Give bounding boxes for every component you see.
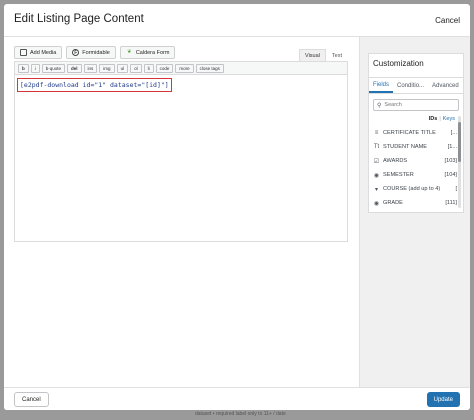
formidable-button[interactable]: F Formidable <box>66 46 116 59</box>
modal-header: Edit Listing Page Content Cancel <box>4 4 470 37</box>
header-cancel-button[interactable]: Cancel <box>435 16 460 25</box>
quicktag-img-button[interactable]: img <box>99 64 115 73</box>
tab-text[interactable]: Text <box>325 49 348 61</box>
modal-footer: Cancel Update <box>4 387 470 410</box>
tab-advanced[interactable]: Advanced <box>428 78 463 93</box>
radio-icon: ◉ <box>373 200 380 207</box>
field-item[interactable]: ◉ GRADE [111] <box>373 196 457 210</box>
scrollbar-thumb[interactable] <box>458 122 461 162</box>
quicktag-code-button[interactable]: code <box>155 64 174 73</box>
ids-toggle[interactable]: IDs <box>429 116 438 122</box>
caldera-form-label: Caldera Form <box>135 49 170 56</box>
content-textarea[interactable]: [e2pdf-download id="1" dataset="[id]"] <box>17 78 347 238</box>
add-media-button[interactable]: Add Media <box>14 46 63 59</box>
field-item[interactable]: ◉ SEMESTER [104] <box>373 168 457 182</box>
field-id: [ <box>455 186 457 192</box>
editor-mode-tabs: Visual Text <box>299 49 348 61</box>
add-media-label: Add Media <box>30 49 57 56</box>
quicktag-more-button[interactable]: more <box>175 64 194 73</box>
media-buttons-bar: Add Media F Formidable ❦ Caldera Form <box>14 46 176 60</box>
quicktag-del-button[interactable]: del <box>67 64 82 73</box>
field-id: [103] <box>444 158 457 164</box>
shortcode-text: [e2pdf-download id="1" dataset="[id]"] <box>17 78 172 92</box>
field-search[interactable]: ⚲ <box>373 99 459 111</box>
field-id: [111] <box>445 200 457 206</box>
quicktag-ins-button[interactable]: ins <box>83 64 98 73</box>
ids-keys-toggle: IDs | Keys <box>429 116 455 122</box>
editor-area: Add Media F Formidable ❦ Caldera Form Vi… <box>14 46 348 242</box>
field-list-scrollbar[interactable] <box>458 116 461 208</box>
field-list: ≡ CERTIFICATE TITLE [... Tt STUDENT NAME… <box>373 126 457 210</box>
tab-fields[interactable]: Fields <box>369 78 394 93</box>
radio-icon: ◉ <box>373 172 380 179</box>
formidable-icon: F <box>72 49 80 56</box>
tab-conditions[interactable]: Conditio... <box>393 78 428 93</box>
quicktag-blockquote-button[interactable]: b-quote <box>41 64 66 73</box>
checkbox-icon: ☑ <box>373 158 380 165</box>
media-icon <box>20 49 27 56</box>
text-icon: Tt <box>373 144 380 150</box>
quicktag-italic-button[interactable]: i <box>30 64 40 73</box>
chevron-icon: ▾ <box>374 186 378 193</box>
quicktag-bold-button[interactable]: b <box>18 64 29 73</box>
list-icon: ≡ <box>374 130 379 136</box>
edit-content-modal: Edit Listing Page Content Cancel Add Med… <box>4 4 470 410</box>
formidable-label: Formidable <box>82 49 110 56</box>
ids-keys-separator: | <box>439 116 441 122</box>
field-label: AWARDS <box>383 158 408 164</box>
quicktag-close-tags-button[interactable]: close tags <box>195 64 224 73</box>
field-search-input[interactable] <box>384 102 455 108</box>
editor-box: b i b-quote del ins img ul ol li code mo… <box>14 61 348 242</box>
caldera-form-button[interactable]: ❦ Caldera Form <box>119 46 176 59</box>
customization-box: Customization Fields Conditio... Advance… <box>368 53 464 213</box>
caldera-icon: ❦ <box>127 49 132 55</box>
background-page-text: dataset • required label only to 11+ / d… <box>195 411 286 417</box>
keys-toggle[interactable]: Keys <box>443 116 455 122</box>
customization-panel: Customization Fields Conditio... Advance… <box>359 37 470 387</box>
quicktag-li-button[interactable]: li <box>143 64 154 73</box>
quicktag-ol-button[interactable]: ol <box>130 64 142 73</box>
customization-title: Customization <box>373 59 424 68</box>
field-item[interactable]: ☑ AWARDS [103] <box>373 154 457 168</box>
quicktags-toolbar: b i b-quote del ins img ul ol li code mo… <box>15 62 347 75</box>
field-id: [1... <box>447 144 457 150</box>
field-id: [104] <box>444 172 457 178</box>
field-item[interactable]: ≡ CERTIFICATE TITLE [... <box>373 126 457 140</box>
customization-tabs: Fields Conditio... Advanced <box>369 77 463 94</box>
field-item[interactable]: Tt STUDENT NAME [1... <box>373 140 457 154</box>
update-button[interactable]: Update <box>426 392 460 407</box>
modal-title: Edit Listing Page Content <box>14 13 144 25</box>
field-id: [... <box>450 130 457 136</box>
quicktag-ul-button[interactable]: ul <box>116 64 129 73</box>
field-label: SEMESTER <box>383 172 414 178</box>
field-label: CERTIFICATE TITLE <box>383 130 436 136</box>
field-label: STUDENT NAME <box>383 144 428 150</box>
field-label: GRADE <box>383 200 403 206</box>
field-item[interactable]: ▾ COURSE (add up to 4) [ <box>373 182 457 196</box>
cancel-button[interactable]: Cancel <box>14 392 49 407</box>
tab-visual[interactable]: Visual <box>299 49 326 61</box>
search-icon: ⚲ <box>377 102 382 109</box>
field-label: COURSE (add up to 4) <box>383 186 441 192</box>
